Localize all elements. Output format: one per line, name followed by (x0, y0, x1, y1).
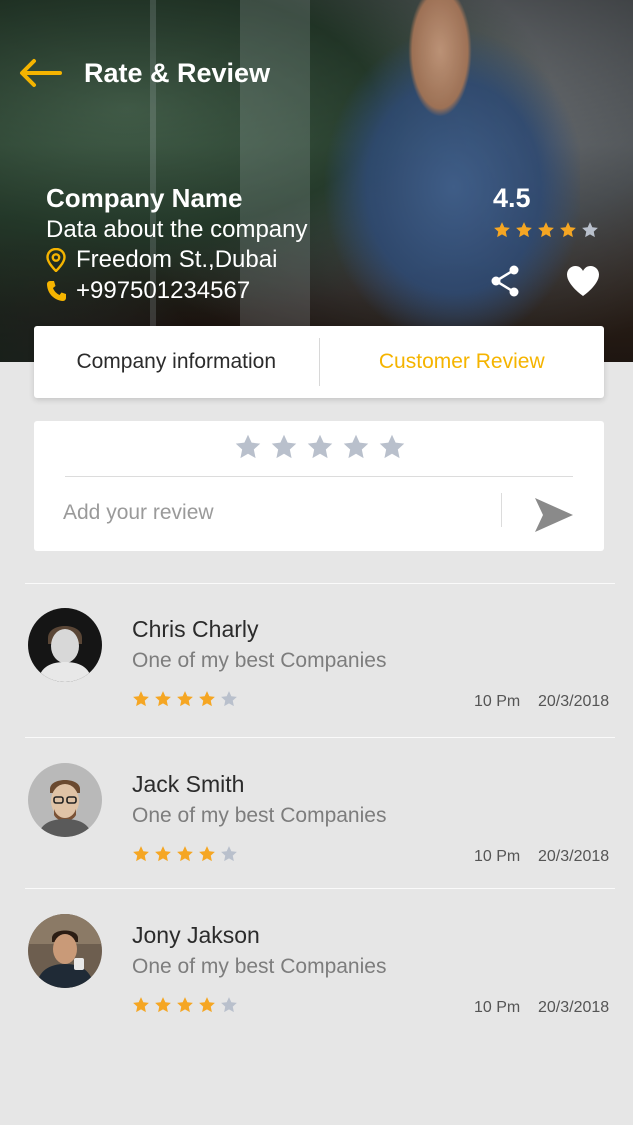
star-filled-icon (516, 222, 532, 238)
review-text: One of my best Companies (132, 649, 387, 672)
review-date: 20/3/2018 (538, 999, 610, 1016)
star-filled-icon (177, 846, 193, 862)
send-divider (501, 493, 502, 527)
review-date: 20/3/2018 (538, 693, 610, 710)
reviewer-name: Jack Smith (132, 771, 245, 797)
review-text: One of my best Companies (132, 804, 387, 827)
star-empty-icon[interactable] (342, 433, 370, 461)
star-filled-icon (560, 222, 576, 238)
star-empty-icon[interactable] (306, 433, 334, 461)
company-location: Freedom St.,Dubai (46, 246, 277, 274)
page-title: Rate & Review (84, 58, 271, 88)
star-empty-icon (221, 691, 237, 707)
back-arrow-icon[interactable] (18, 58, 62, 88)
company-location-text: Freedom St.,Dubai (76, 246, 278, 273)
star-empty-icon (221, 846, 237, 862)
star-filled-icon (133, 691, 149, 707)
tab-customer-review[interactable]: Customer Review (320, 350, 605, 374)
company-phone-text: +997501234567 (76, 277, 251, 304)
hero-banner: Rate & Review Company Name Data about th… (0, 0, 633, 362)
send-icon[interactable] (532, 495, 576, 535)
hero-person-image (300, 0, 580, 340)
review-date: 20/3/2018 (538, 848, 610, 865)
star-empty-icon[interactable] (270, 433, 298, 461)
star-empty-icon[interactable] (234, 433, 262, 461)
tab-bar: Company information Customer Review (34, 326, 604, 398)
review-time: 10 Pm (474, 848, 521, 865)
review-time: 10 Pm (474, 693, 521, 710)
heart-icon[interactable] (565, 264, 601, 298)
star-filled-icon (199, 997, 215, 1013)
star-filled-icon (155, 691, 171, 707)
star-filled-icon (199, 691, 215, 707)
company-name: Company Name (46, 183, 243, 213)
star-empty-icon[interactable] (378, 433, 406, 461)
company-about: Data about the company (46, 216, 308, 243)
location-pin-icon (46, 248, 66, 272)
list-divider (25, 737, 615, 738)
list-divider (25, 583, 615, 584)
review-text: One of my best Companies (132, 955, 387, 978)
star-filled-icon (155, 997, 171, 1013)
list-divider (25, 888, 615, 889)
company-rating: 4.5 (493, 183, 531, 213)
star-empty-icon (221, 997, 237, 1013)
company-phone[interactable]: +997501234567 (46, 277, 250, 305)
share-icon[interactable] (489, 264, 521, 298)
avatar (28, 608, 102, 682)
star-filled-icon (177, 997, 193, 1013)
review-card-divider (65, 476, 573, 477)
list-item: Chris Charly One of my best Companies 10… (0, 608, 633, 728)
add-review-card (34, 421, 604, 551)
avatar (28, 914, 102, 988)
star-filled-icon (177, 691, 193, 707)
star-empty-icon (582, 222, 598, 238)
company-rating-stars (493, 221, 599, 239)
review-stars (132, 996, 238, 1014)
review-stars (132, 690, 238, 708)
tab-company-information[interactable]: Company information (34, 350, 319, 374)
star-filled-icon (199, 846, 215, 862)
star-filled-icon (133, 997, 149, 1013)
phone-icon (47, 281, 66, 301)
reviewer-name: Chris Charly (132, 616, 259, 642)
list-item: Jony Jakson One of my best Companies 10 … (0, 914, 633, 1034)
review-time: 10 Pm (474, 999, 521, 1016)
star-filled-icon (494, 222, 510, 238)
star-filled-icon (133, 846, 149, 862)
review-input[interactable] (63, 495, 493, 531)
window-frame (150, 0, 156, 362)
avatar (28, 763, 102, 837)
review-stars (132, 845, 238, 863)
reviewer-name: Jony Jakson (132, 922, 260, 948)
star-filled-icon (155, 846, 171, 862)
rating-input-stars[interactable] (234, 433, 406, 461)
star-filled-icon (538, 222, 554, 238)
list-item: Jack Smith One of my best Companies 10 P… (0, 763, 633, 883)
